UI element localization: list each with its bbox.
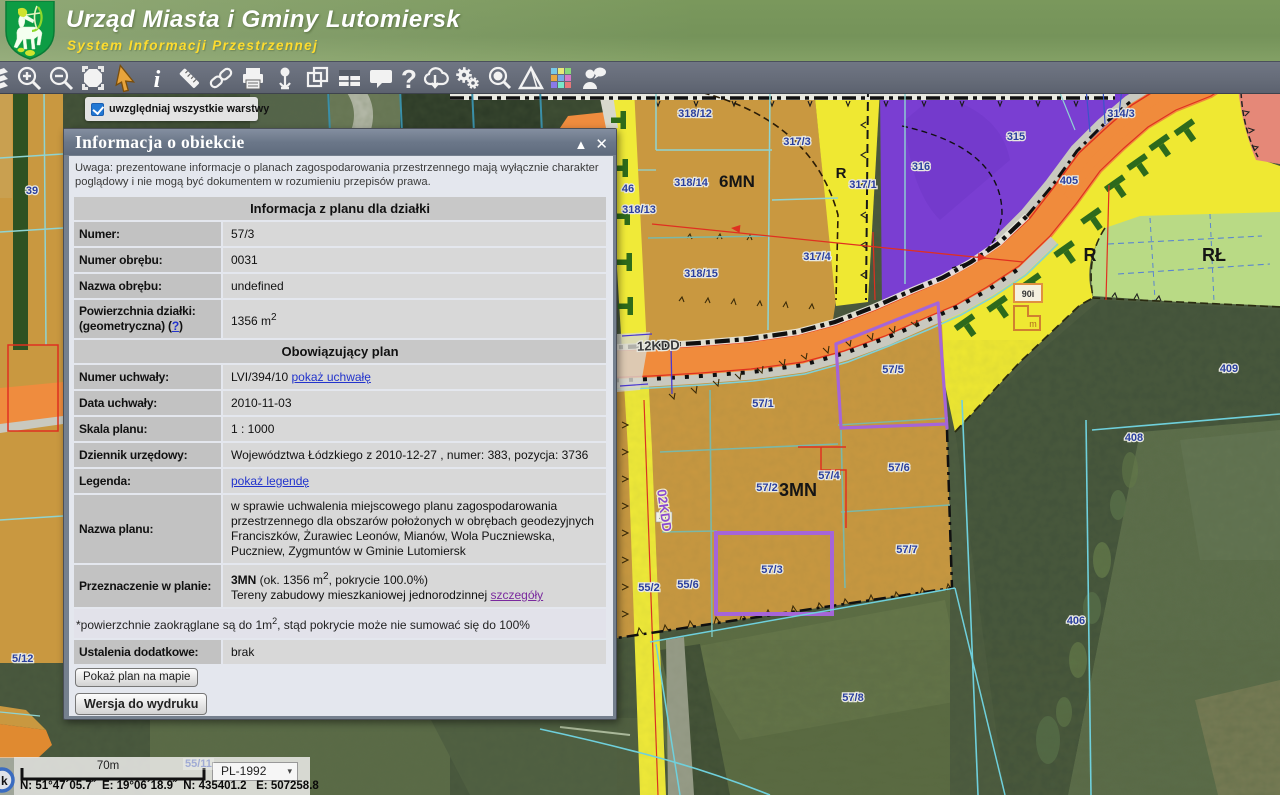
- svg-text:57/3: 57/3: [761, 564, 782, 576]
- svg-text:?: ?: [401, 64, 417, 94]
- svg-text:57/5: 57/5: [882, 364, 903, 376]
- svg-text:3MN: 3MN: [779, 480, 817, 500]
- svg-text:405: 405: [1060, 175, 1078, 187]
- svg-text:57/7: 57/7: [896, 544, 917, 556]
- svg-text:i: i: [154, 67, 161, 93]
- svg-text:5/12: 5/12: [12, 653, 33, 665]
- svg-text:318/12: 318/12: [678, 108, 712, 120]
- svg-text:RŁ: RŁ: [1202, 245, 1226, 265]
- svg-text:12KDD: 12KDD: [637, 337, 680, 353]
- svg-text:m: m: [1029, 319, 1037, 329]
- svg-text:55/6: 55/6: [677, 579, 698, 591]
- svg-text:409: 409: [1220, 363, 1238, 375]
- svg-text:318/13: 318/13: [622, 204, 656, 216]
- svg-text:315: 315: [1007, 131, 1025, 143]
- svg-text:317/3: 317/3: [783, 136, 811, 148]
- svg-text:406: 406: [1067, 615, 1085, 627]
- svg-text:317/4: 317/4: [803, 251, 831, 263]
- svg-text:90i: 90i: [1022, 289, 1035, 299]
- svg-text:k: k: [1, 774, 8, 788]
- svg-text:6MN: 6MN: [719, 172, 755, 191]
- svg-text:46: 46: [622, 183, 634, 195]
- svg-text:R: R: [836, 165, 847, 182]
- svg-text:408: 408: [1125, 432, 1143, 444]
- svg-text:57/6: 57/6: [888, 462, 909, 474]
- svg-text:57/8: 57/8: [842, 692, 863, 704]
- svg-text:55/2: 55/2: [638, 582, 659, 594]
- svg-text:57/2: 57/2: [756, 482, 777, 494]
- svg-text:57/1: 57/1: [752, 398, 773, 410]
- svg-text:39: 39: [26, 185, 38, 197]
- svg-text:57/4: 57/4: [818, 470, 840, 482]
- svg-text:317/1: 317/1: [849, 179, 877, 191]
- svg-text:318/15: 318/15: [684, 268, 718, 280]
- svg-text:318/14: 318/14: [674, 177, 709, 189]
- svg-text:R: R: [1084, 245, 1097, 265]
- svg-text:314/3: 314/3: [1107, 108, 1135, 120]
- svg-text:316: 316: [912, 161, 930, 173]
